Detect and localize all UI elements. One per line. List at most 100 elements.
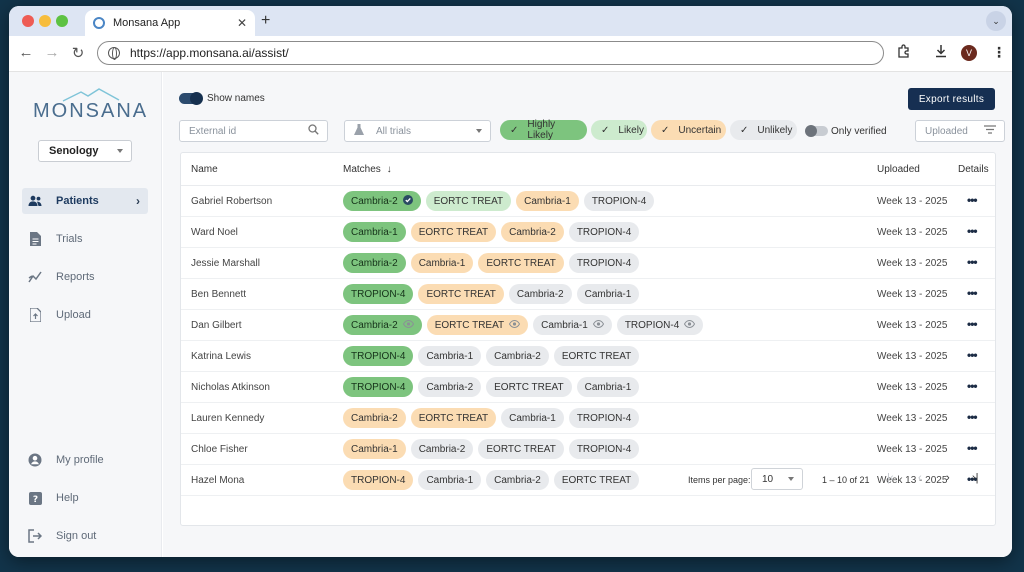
trial-match-pill[interactable]: TROPION-4 xyxy=(343,377,414,397)
browser-tab[interactable]: Monsana App ✕ xyxy=(85,10,255,36)
uploaded-date: Week 13 - 2025 xyxy=(877,289,948,300)
sidebar-item-patients[interactable]: Patients › xyxy=(22,188,148,214)
trial-match-pill[interactable]: EORTC TREAT xyxy=(486,377,572,397)
trial-match-pill[interactable]: Cambria-2 xyxy=(501,222,564,242)
new-tab-button[interactable]: + xyxy=(261,12,270,30)
trial-match-pill[interactable]: TROPION-4 xyxy=(568,253,640,273)
sidebar-item-reports[interactable]: Reports xyxy=(22,264,148,290)
sidebar-item-upload[interactable]: Upload xyxy=(22,302,148,328)
sidebar-item-trials[interactable]: Trials xyxy=(22,226,148,252)
filter-chip-likely[interactable]: ✓ Likely xyxy=(591,120,647,140)
download-icon[interactable] xyxy=(934,44,948,61)
filter-chip-unlikely[interactable]: ✓ Unlikely xyxy=(730,120,797,140)
filter-chip-highly-likely[interactable]: ✓ Highly Likely xyxy=(500,119,587,141)
more-options-icon[interactable]: ••• xyxy=(967,379,978,393)
dataset-select[interactable]: Senology xyxy=(38,140,132,162)
trial-match-pill[interactable]: TROPION-4 xyxy=(616,315,704,335)
trial-match-pill[interactable]: Cambria-2 xyxy=(343,408,406,428)
sidebar-item-help[interactable]: ? Help xyxy=(22,485,148,511)
forward-arrow-icon[interactable]: → xyxy=(43,44,61,61)
more-options-icon[interactable]: ••• xyxy=(967,286,978,300)
chip-label: Uncertain xyxy=(678,124,722,136)
favicon-icon xyxy=(93,17,105,29)
column-header-matches[interactable]: Matches ↓ xyxy=(343,164,392,175)
show-names-toggle[interactable] xyxy=(179,92,203,105)
trial-match-pill[interactable]: EORTC TREAT xyxy=(478,439,564,459)
trial-match-pill[interactable]: EORTC TREAT xyxy=(426,315,529,335)
table-row[interactable]: Lauren Kennedy Cambria-2 EORTC TREAT Cambri… xyxy=(181,403,995,434)
trial-match-pill[interactable]: TROPION-4 xyxy=(343,284,414,304)
trial-match-pill[interactable]: Cambria-2 xyxy=(508,284,572,304)
trial-match-pill[interactable]: EORTC TREAT xyxy=(553,346,640,366)
more-options-icon[interactable]: ••• xyxy=(967,441,978,455)
tab-search-button[interactable]: ⌄ xyxy=(986,11,1006,31)
sidebar-item-sign-out[interactable]: Sign out xyxy=(22,523,148,549)
more-options-icon[interactable]: ••• xyxy=(967,317,978,331)
trial-match-pill[interactable]: Cambria-2 xyxy=(343,253,406,273)
trial-match-pill[interactable]: Cambria-2 xyxy=(343,191,421,211)
more-options-icon[interactable]: ••• xyxy=(967,410,978,424)
table-row[interactable]: Katrina Lewis TROPION-4 Cambria-1 Cambria-2… xyxy=(181,341,995,372)
address-bar[interactable]: https://app.monsana.ai/assist/ xyxy=(97,41,884,65)
table-row[interactable]: Dan Gilbert Cambria-2 EORTC TREAT Cambria-1… xyxy=(181,310,995,341)
table-row[interactable]: Ward Noel Cambria-1 EORTC TREAT Cambria-2 TR… xyxy=(181,217,995,248)
trial-match-label: EORTC TREAT xyxy=(418,412,489,424)
close-window-button[interactable] xyxy=(22,15,34,27)
last-page-icon[interactable]: ›| xyxy=(972,472,979,484)
trial-match-pill[interactable]: Cambria-1 xyxy=(501,408,564,428)
extensions-icon[interactable] xyxy=(897,44,911,61)
trial-match-pill[interactable]: TROPION-4 xyxy=(583,191,655,211)
trial-match-pill[interactable]: Cambria-2 xyxy=(343,315,422,335)
next-page-icon[interactable]: › xyxy=(946,472,950,484)
trial-match-pill[interactable]: TROPION-4 xyxy=(343,346,414,366)
trial-match-label: Cambria-1 xyxy=(584,381,632,393)
trial-match-pill[interactable]: Cambria-1 xyxy=(343,222,406,242)
profile-avatar[interactable]: V xyxy=(961,45,977,61)
only-verified-toggle[interactable] xyxy=(805,125,828,137)
more-options-icon[interactable]: ••• xyxy=(967,193,978,207)
trial-match-pill[interactable]: EORTC TREAT xyxy=(425,191,512,211)
trial-match-pill[interactable]: Cambria-1 xyxy=(576,284,640,304)
trial-match-pill[interactable]: Cambria-1 xyxy=(516,191,579,211)
table-row[interactable]: Jessie Marshall Cambria-2 Cambria-1 EORTC T… xyxy=(181,248,995,279)
export-results-button[interactable]: Export results xyxy=(908,88,995,110)
trial-match-pill[interactable]: Cambria-1 xyxy=(343,439,406,459)
trial-match-pill[interactable]: Cambria-2 xyxy=(486,346,549,366)
zoom-window-button[interactable] xyxy=(56,15,68,27)
uploaded-sort-select[interactable]: Uploaded xyxy=(915,120,1005,142)
kebab-menu-icon[interactable]: ⋮ xyxy=(992,44,1006,61)
trial-match-pill[interactable]: EORTC TREAT xyxy=(410,408,497,428)
trial-match-pill[interactable]: TROPION-4 xyxy=(568,439,640,459)
trial-match-pill[interactable]: TROPION-4 xyxy=(568,408,640,428)
trial-match-pill[interactable]: Cambria-2 xyxy=(410,439,474,459)
trial-match-pill[interactable]: Cambria-1 xyxy=(576,377,640,397)
browser-window: Monsana App ✕ + ⌄ ← → ↻ https://app.mons… xyxy=(9,6,1012,557)
filter-chip-uncertain[interactable]: ✓ Uncertain xyxy=(651,120,726,140)
table-row[interactable]: Ben Bennett TROPION-4 EORTC TREAT Cambria-2… xyxy=(181,279,995,310)
trial-match-pill[interactable]: EORTC TREAT xyxy=(418,284,504,304)
trial-match-pill[interactable]: EORTC TREAT xyxy=(410,222,497,242)
more-options-icon[interactable]: ••• xyxy=(967,224,978,238)
first-page-icon[interactable]: |‹ xyxy=(887,472,894,484)
table-row[interactable]: Gabriel Robertson Cambria-2 EORTC TREAT Cam… xyxy=(181,186,995,217)
trial-match-pill[interactable]: TROPION-4 xyxy=(568,222,640,242)
matches-list: TROPION-4 Cambria-2 EORTC TREAT Cambria-1 xyxy=(343,377,640,397)
back-arrow-icon[interactable]: ← xyxy=(17,44,35,61)
trial-match-pill[interactable]: Cambria-1 xyxy=(418,346,482,366)
table-row[interactable]: Chloe Fisher Cambria-1 Cambria-2 EORTC TREA… xyxy=(181,434,995,465)
sidebar-item-my-profile[interactable]: My profile xyxy=(22,447,148,473)
trial-match-pill[interactable]: EORTC TREAT xyxy=(478,253,564,273)
external-id-input[interactable]: External id xyxy=(179,120,328,142)
reload-icon[interactable]: ↻ xyxy=(69,44,87,62)
table-row[interactable]: Nicholas Atkinson TROPION-4 Cambria-2 EORTC… xyxy=(181,372,995,403)
items-per-page-select[interactable]: 10 xyxy=(751,468,803,490)
trial-match-pill[interactable]: Cambria-1 xyxy=(533,315,612,335)
trials-select[interactable]: All trials xyxy=(344,120,491,142)
close-tab-icon[interactable]: ✕ xyxy=(237,16,247,30)
trial-match-pill[interactable]: Cambria-1 xyxy=(410,253,474,273)
more-options-icon[interactable]: ••• xyxy=(967,255,978,269)
more-options-icon[interactable]: ••• xyxy=(967,348,978,362)
trial-match-pill[interactable]: Cambria-2 xyxy=(418,377,482,397)
minimize-window-button[interactable] xyxy=(39,15,51,27)
previous-page-icon[interactable]: ‹ xyxy=(918,472,922,484)
